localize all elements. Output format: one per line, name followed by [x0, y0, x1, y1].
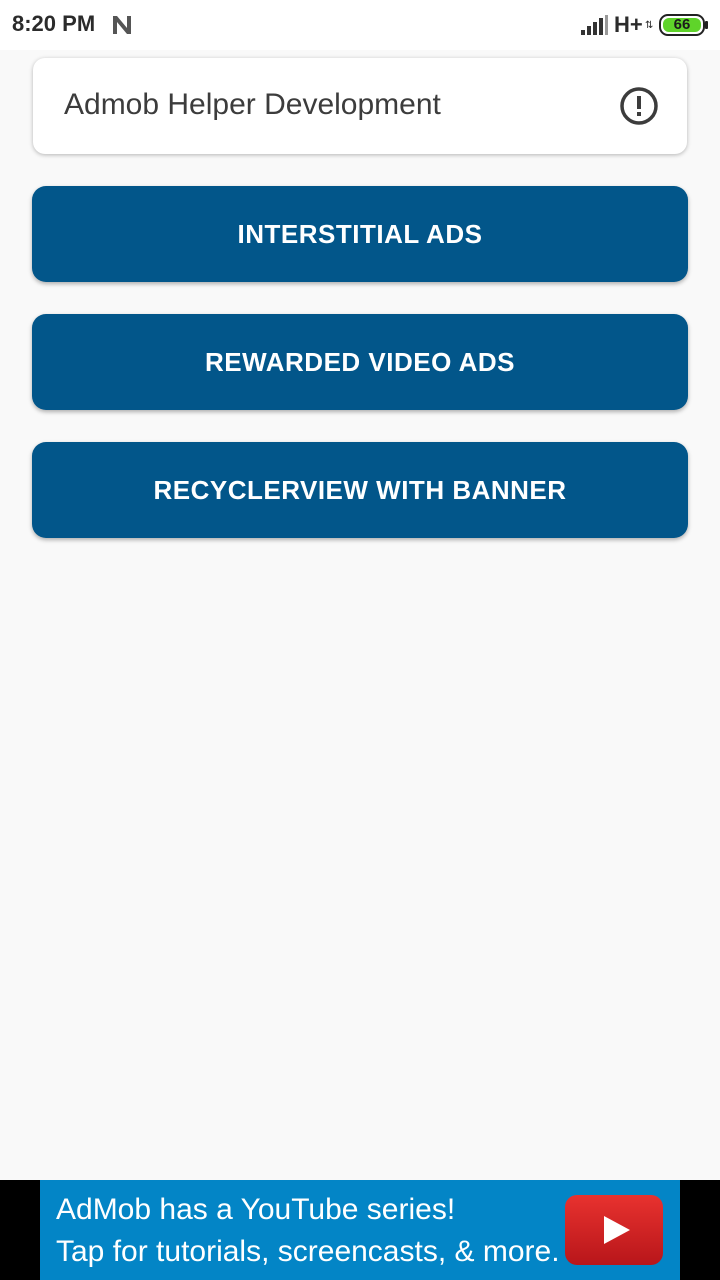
signal-icon: [581, 15, 608, 35]
info-alert-icon[interactable]: [619, 86, 659, 126]
title-card: Admob Helper Development: [33, 58, 687, 154]
network-activity-icon: ⇅: [645, 20, 654, 31]
ad-container: AdMob has a YouTube series! Tap for tuto…: [0, 1180, 720, 1280]
youtube-play-icon[interactable]: [564, 1194, 664, 1266]
ad-banner[interactable]: AdMob has a YouTube series! Tap for tuto…: [40, 1180, 680, 1280]
rewarded-video-ads-button[interactable]: REWARDED VIDEO ADS: [32, 314, 688, 410]
network-type: H+: [614, 12, 643, 37]
recyclerview-with-banner-button[interactable]: RECYCLERVIEW WITH BANNER: [32, 442, 688, 538]
interstitial-ads-button[interactable]: INTERSTITIAL ADS: [32, 186, 688, 282]
ad-subline: Tap for tutorials, screencasts, & more.: [56, 1235, 560, 1268]
battery-level: 66: [673, 16, 691, 33]
ad-headline: AdMob has a YouTube series!: [56, 1193, 456, 1226]
page-title: Admob Helper Development: [64, 88, 441, 121]
status-time: 8:20 PM: [12, 11, 96, 36]
n-notification-icon: [113, 16, 131, 34]
status-bar: 8:20 PM H+ ⇅ 66: [0, 0, 720, 50]
